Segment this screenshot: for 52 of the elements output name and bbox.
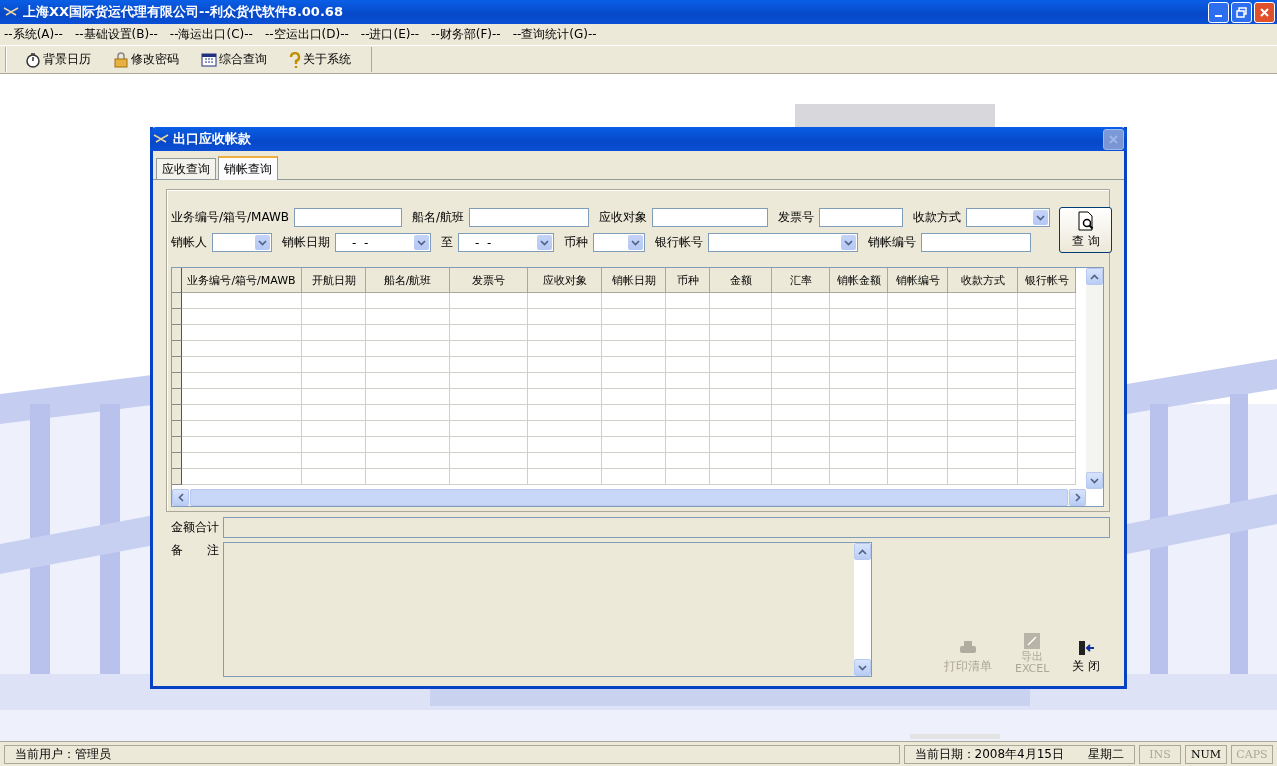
column-header[interactable]: 应收对象 [528,268,602,293]
column-header[interactable]: 销帐日期 [602,268,666,293]
column-header[interactable]: 金额 [710,268,772,293]
menu-item[interactable]: --财务部(F)-- [431,26,509,43]
field-label: 业务编号/箱号/MAWB [171,209,290,226]
menu-item[interactable]: --基础设置(B)-- [74,26,166,43]
toolbar-button[interactable]: 综合查询 [193,49,275,70]
field-label: 收款方式 [913,209,962,226]
date-text: - - [352,235,369,250]
toolbar-button[interactable]: 修改密码 [105,49,187,70]
field-label: 销帐编号 [868,234,916,251]
window-title: 上海XX国际货运代理有限公司--利众货代软件8.00.68 [23,3,344,21]
date-picker[interactable]: - - [335,233,431,252]
key-indicator: INS [1139,744,1181,764]
tab[interactable]: 应收查询 [156,158,216,179]
menu-item[interactable]: --系统(A)-- [4,26,71,43]
search-button[interactable]: 查 询 [1059,207,1113,253]
tab[interactable]: 销帐查询 [218,156,278,180]
action-button[interactable]: 关 闭 [1068,640,1104,675]
field-label: 银行帐号 [655,234,703,251]
column-header[interactable]: 开航日期 [302,268,366,293]
menu-item[interactable]: --海运出口(C)-- [169,26,261,43]
date-picker[interactable]: - - [458,233,554,252]
field-label: 金额合计 [171,519,219,536]
field-label: 发票号 [778,209,815,226]
field-label: 销帐人 [171,234,207,251]
menu-item[interactable]: --进口(E)-- [360,26,428,43]
dialog-title: 出口应收帐款 [173,130,252,148]
field-label: 船名/航班 [412,209,465,226]
column-header[interactable]: 币种 [666,268,710,293]
column-header[interactable]: 银行帐号 [1018,268,1076,293]
column-header[interactable]: 销帐金额 [830,268,888,293]
current-user: 当前用户：管理员 [4,744,900,764]
column-header[interactable]: 收款方式 [948,268,1018,293]
column-header[interactable]: 销帐编号 [888,268,948,293]
column-header[interactable]: 业务编号/箱号/MAWB [182,268,302,293]
field-label: 币种 [564,234,588,251]
key-indicator: NUM [1185,744,1227,764]
field-label: 备 注 [171,542,219,559]
field-label: 销帐日期 [282,234,330,251]
date-text: - - [475,235,492,250]
current-date: 当前日期：2008年4月15日 星期二 [903,744,1135,764]
menu-item[interactable]: --查询统计(G)-- [512,26,605,43]
column-header[interactable]: 汇率 [772,268,830,293]
column-header[interactable]: 船名/航班 [366,268,450,293]
menu-item[interactable]: --空运出口(D)-- [264,26,357,43]
field-label: 应收对象 [599,209,648,226]
key-indicator: CAPS [1231,744,1273,764]
field-label: 至 [441,234,453,251]
toolbar-button[interactable]: 背景日历 [17,49,99,70]
column-header[interactable]: 发票号 [450,268,528,293]
toolbar-button[interactable]: 关于系统 [281,49,359,70]
